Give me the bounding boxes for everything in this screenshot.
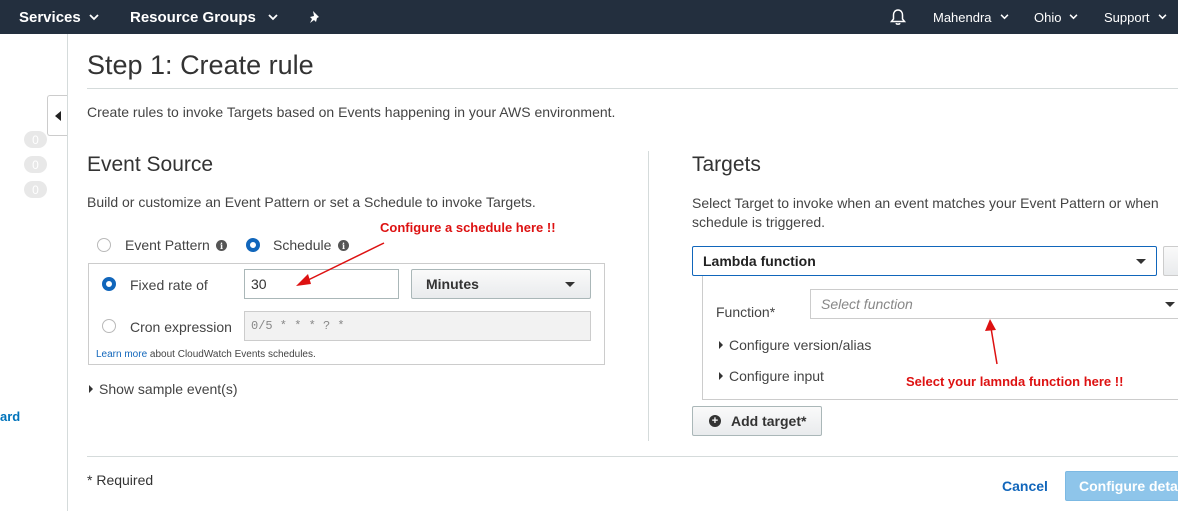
bell-icon <box>889 9 907 25</box>
schedule-radio[interactable] <box>246 238 260 252</box>
caret-left-icon <box>54 110 61 121</box>
sidebar-link[interactable]: ard <box>0 409 20 424</box>
plus-circle-icon: + <box>709 415 721 427</box>
caret-right-icon <box>719 372 723 380</box>
info-icon[interactable]: i <box>216 240 227 251</box>
cron-input[interactable]: 0/5 * * * ? * <box>244 311 591 341</box>
caret-right-icon <box>719 341 723 349</box>
targets-heading: Targets <box>692 153 761 176</box>
function-label: Function* <box>716 304 776 320</box>
fixed-rate-radio[interactable] <box>102 277 116 291</box>
pin-icon <box>310 11 319 23</box>
show-sample-label: Show sample event(s) <box>99 381 238 397</box>
services-menu[interactable]: Services <box>19 0 99 34</box>
target-type-select[interactable]: Lambda function <box>692 246 1157 276</box>
region-label: Ohio <box>1034 9 1062 25</box>
event-pattern-radio[interactable] <box>97 238 111 252</box>
caret-right-icon <box>89 385 93 393</box>
rate-unit-value: Minutes <box>426 276 479 292</box>
cron-radio[interactable] <box>102 319 116 333</box>
learn-more-link[interactable]: Learn more <box>96 349 147 360</box>
title-divider <box>87 88 1178 89</box>
learn-more-text: Learn more about CloudWatch Events sched… <box>96 349 316 360</box>
pin-button[interactable] <box>309 0 321 34</box>
add-target-label: Add target* <box>731 413 807 429</box>
required-label: * Required <box>87 472 154 488</box>
page-title: Step 1: Create rule <box>87 50 314 80</box>
function-select[interactable]: Select function <box>810 289 1178 319</box>
footer-divider <box>87 456 1178 457</box>
configure-version-toggle[interactable]: Configure version/alias <box>719 337 871 353</box>
user-name: Mahendra <box>933 9 992 25</box>
chevron-down-icon <box>1000 14 1009 20</box>
configure-version-label: Configure version/alias <box>729 337 872 353</box>
region-menu[interactable]: Ohio <box>1034 0 1078 34</box>
cron-label[interactable]: Cron expression <box>130 319 232 335</box>
sidebar-counter: 0 <box>24 131 47 148</box>
chevron-down-icon <box>1165 302 1175 307</box>
annotation-arrow-icon <box>296 242 385 286</box>
targets-description: Select Target to invoke when an event ma… <box>692 195 1159 230</box>
rate-unit-select[interactable]: Minutes <box>411 269 591 299</box>
sidebar-counter: 0 <box>24 181 47 198</box>
target-action-button[interactable] <box>1163 246 1178 276</box>
support-label: Support <box>1104 9 1150 25</box>
function-placeholder: Select function <box>821 296 913 312</box>
configure-input-toggle[interactable]: Configure input <box>719 368 824 384</box>
resource-groups-menu[interactable]: Resource Groups <box>130 0 278 34</box>
add-target-button[interactable]: + Add target* <box>692 406 822 436</box>
learn-more-rest: about CloudWatch Events schedules. <box>147 349 316 360</box>
event-pattern-label[interactable]: Event Pattern <box>125 237 210 253</box>
target-type-value: Lambda function <box>703 253 816 269</box>
sidebar-counter: 0 <box>24 156 47 173</box>
annotation-arrow-icon <box>985 319 998 365</box>
chevron-down-icon <box>1158 14 1167 20</box>
function-annotation: Select your lamnda function here !! <box>906 374 1124 389</box>
chevron-down-icon <box>268 13 278 20</box>
cancel-button[interactable]: Cancel <box>1002 478 1048 494</box>
event-source-description: Build or customize an Event Pattern or s… <box>87 194 536 210</box>
support-menu[interactable]: Support <box>1104 0 1167 34</box>
resource-groups-label: Resource Groups <box>130 8 256 26</box>
event-source-heading: Event Source <box>87 153 214 176</box>
top-navigation-bar: Services Resource Groups Mahendra Ohio S… <box>0 0 1178 34</box>
fixed-rate-label[interactable]: Fixed rate of <box>130 277 208 293</box>
notifications-button[interactable] <box>889 0 907 34</box>
account-menu[interactable]: Mahendra <box>933 0 1009 34</box>
column-divider <box>648 151 649 441</box>
configure-details-button[interactable]: Configure details <box>1065 471 1178 501</box>
chevron-down-icon <box>89 13 99 20</box>
chevron-down-icon <box>1069 14 1078 20</box>
required-note: * Required <box>87 472 153 488</box>
configure-input-label: Configure input <box>729 368 824 384</box>
chevron-down-icon <box>1136 259 1146 264</box>
page-subtitle: Create rules to invoke Targets based on … <box>87 104 616 120</box>
sidebar-collapse-button[interactable] <box>47 95 67 136</box>
sidebar-divider <box>67 34 68 511</box>
chevron-down-icon <box>565 282 575 287</box>
services-label: Services <box>19 8 81 26</box>
show-sample-toggle[interactable]: Show sample event(s) <box>89 381 238 397</box>
schedule-annotation: Configure a schedule here !! <box>380 220 556 235</box>
